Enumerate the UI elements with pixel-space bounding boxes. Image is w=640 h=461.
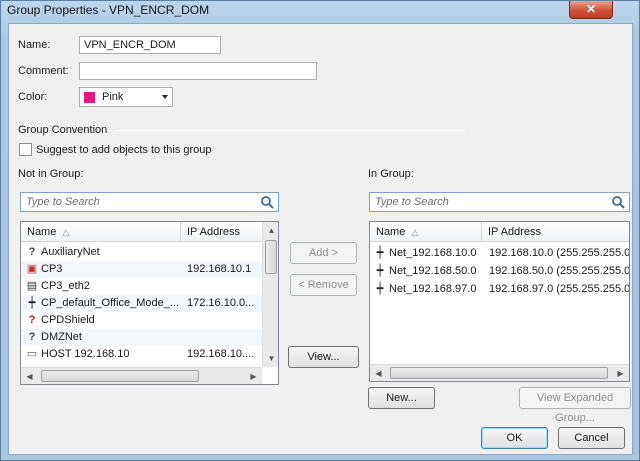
in-group-label: In Group: [368,168,414,180]
column-header-name[interactable]: Name △ [370,222,482,242]
comment-label: Comment: [18,65,69,77]
scroll-up-icon[interactable]: ▲ [263,222,278,239]
list-item[interactable]: ▣ CP3 192.168.10.1 [21,261,262,278]
color-value: Pink [102,91,124,103]
network-icon: ┿ [28,297,36,309]
scroll-right-icon[interactable]: ▶ [612,365,629,381]
list-header: Name △ IP Address [370,222,629,242]
not-in-group-label: Not in Group: [18,168,84,180]
color-label: Color: [18,91,48,103]
window-title: Group Properties - VPN_ENCR_DOM [7,3,210,17]
section-divider [115,130,465,131]
cancel-button[interactable]: Cancel [558,427,625,449]
scroll-left-icon[interactable]: ◀ [370,365,387,381]
horizontal-scrollbar[interactable]: ◀ ▶ [370,364,629,381]
column-header-name[interactable]: Name △ [21,222,181,242]
dialog-client-area: Name: VPN_ENCR_DOM Comment: Color: Pink … [8,23,633,455]
scroll-thumb[interactable] [265,240,277,274]
close-button[interactable]: ✕ [569,1,613,19]
color-swatch [84,92,95,103]
list-item[interactable]: ? DMZNet [21,329,262,346]
scroll-right-icon[interactable]: ▶ [245,368,262,384]
network-icon: ┿ [376,247,384,259]
ok-button[interactable]: OK [481,427,548,449]
in-group-list[interactable]: Name △ IP Address ┿ Net_192.168.10.0 192.… [369,221,630,382]
scroll-thumb[interactable] [41,370,199,382]
column-header-ip-address[interactable]: IP Address [482,222,629,242]
search-icon[interactable] [611,195,625,209]
list-item[interactable]: ┿ Net_192.168.10.0 192.168.10.0 (255.255… [370,245,629,262]
sort-arrow-icon: △ [62,227,70,237]
interface-icon: ▤ [26,280,38,292]
remove-button[interactable]: < Remove [290,274,357,296]
horizontal-scrollbar[interactable]: ◀ ▶ [21,367,262,384]
search-placeholder: Type to Search [26,196,100,208]
help-object-icon: ? [28,331,36,343]
sort-arrow-icon: △ [411,227,419,237]
help-object-icon: ? [28,246,36,258]
shield-object-icon: ? [28,314,36,326]
in-group-search-input[interactable]: Type to Search [369,192,630,212]
search-placeholder: Type to Search [375,196,449,208]
not-in-group-list[interactable]: Name △ IP Address ? AuxiliaryNet ▣ CP3 19… [20,221,279,385]
dialog-window: Group Properties - VPN_ENCR_DOM ✕ Name: … [0,0,640,461]
add-button[interactable]: Add > [290,242,357,264]
scroll-down-icon[interactable]: ▼ [263,350,278,367]
list-item[interactable]: ? AuxiliaryNet [21,244,262,261]
title-bar[interactable]: Group Properties - VPN_ENCR_DOM ✕ [1,1,640,23]
scroll-left-icon[interactable]: ◀ [21,368,38,384]
list-item[interactable]: ┿ Net_192.168.50.0 192.168.50.0 (255.255… [370,263,629,280]
view-expanded-group-button[interactable]: View Expanded Group... [519,387,631,424]
suggest-label: Suggest to add objects to this group [36,144,212,156]
list-item[interactable]: ? CPDShield [21,312,262,329]
new-button[interactable]: New... [368,387,435,409]
name-label: Name: [18,39,51,51]
scroll-thumb[interactable] [390,367,608,379]
list-item[interactable]: ┿ Net_192.168.97.0 192.168.97.0 (255.255… [370,281,629,298]
network-icon: ┿ [376,283,384,295]
list-item[interactable]: ▤ CP3_eth2 [21,278,262,295]
list-item[interactable]: ▭ HOST 192.168.10 192.168.10.... [21,346,262,363]
host-icon: ▭ [26,348,38,360]
group-convention-label: Group Convention [18,124,108,136]
vertical-scrollbar[interactable]: ▲ ▼ [262,222,278,367]
column-header-ip-address[interactable]: IP Address [181,222,263,242]
list-header: Name △ IP Address [21,222,263,242]
list-item[interactable]: ┿ CP_default_Office_Mode_... 172.16.10.0… [21,295,262,312]
name-field[interactable]: VPN_ENCR_DOM [79,36,221,54]
not-in-group-search-input[interactable]: Type to Search [20,192,279,212]
color-dropdown[interactable]: Pink [79,87,173,107]
gateway-icon: ▣ [26,263,38,275]
comment-field[interactable] [79,62,317,80]
network-icon: ┿ [376,265,384,277]
view-button[interactable]: View... [288,346,359,368]
search-icon[interactable] [260,195,274,209]
chevron-down-icon [162,95,168,99]
suggest-checkbox[interactable] [19,143,32,156]
